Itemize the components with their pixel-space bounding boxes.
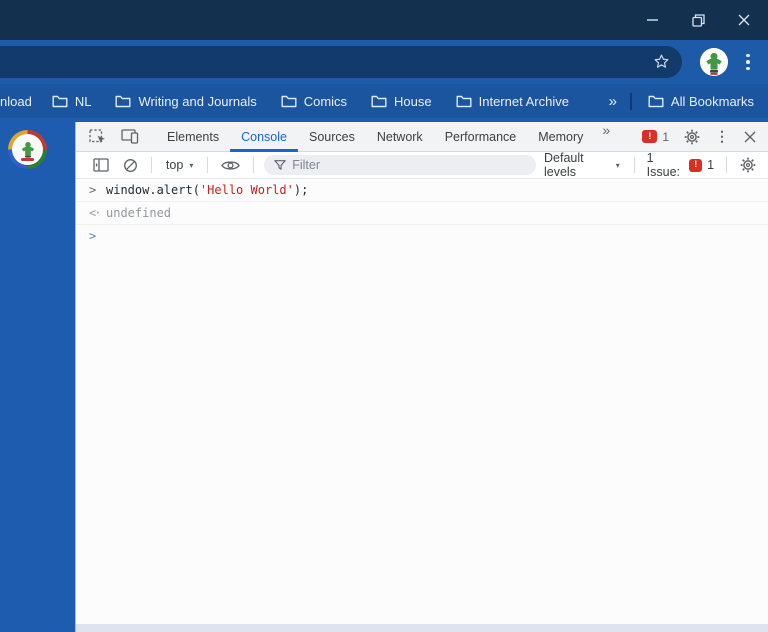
devtools-panel: Elements Console Sources Network Perform… <box>75 122 768 632</box>
site-logo <box>8 130 47 169</box>
toolbar-divider <box>151 157 152 173</box>
error-badge-icon: ! <box>642 130 658 143</box>
close-icon <box>744 131 756 142</box>
chevron-down-icon: ▾ <box>189 160 194 170</box>
close-window-button[interactable] <box>727 0 761 40</box>
address-bar[interactable] <box>0 46 682 78</box>
folder-icon <box>371 95 387 108</box>
toolbar-divider <box>726 157 727 173</box>
minimize-icon <box>647 19 658 21</box>
issues-label: 1 Issue: <box>646 151 681 179</box>
console-prompt-chevron: > <box>89 229 97 243</box>
logo-text <box>21 158 34 161</box>
all-bookmarks-button[interactable]: All Bookmarks <box>648 94 754 109</box>
devtools-menu-button[interactable]: ⋮ <box>715 128 729 145</box>
eye-icon <box>221 160 241 170</box>
command-echo-chevron: > <box>89 183 97 197</box>
console-settings-button[interactable] <box>733 157 758 173</box>
devtools-close-button[interactable] <box>744 131 756 143</box>
inspect-element-icon <box>89 128 105 143</box>
console-result-row[interactable]: <· undefined <box>76 202 768 225</box>
device-toolbar-button[interactable] <box>114 122 146 152</box>
inspect-element-button[interactable] <box>82 122 114 152</box>
more-tabs-chevron[interactable]: » <box>594 122 617 152</box>
tab-performance[interactable]: Performance <box>434 122 528 152</box>
result-value: undefined <box>106 206 172 220</box>
close-icon <box>738 14 750 26</box>
bookmark-label: nload <box>0 93 32 109</box>
folder-icon <box>456 95 472 108</box>
console-command-row[interactable]: > window.alert('Hello World'); <box>76 179 768 202</box>
command-text: window.alert('Hello World'); <box>106 183 309 197</box>
devtools-bottom-strip <box>76 624 768 632</box>
issues-counter[interactable]: 1 Issue: ! 1 <box>641 151 720 179</box>
javascript-context-dropdown[interactable]: top ▾ <box>158 158 201 172</box>
folder-icon <box>52 95 68 108</box>
folder-icon <box>648 95 664 108</box>
bookmark-folder-comics[interactable]: Comics <box>281 94 347 109</box>
bookmark-label: All Bookmarks <box>670 93 754 109</box>
filter-funnel-icon <box>274 160 286 170</box>
bookmark-star-icon[interactable] <box>653 53 670 70</box>
error-count: 1 <box>662 129 669 144</box>
minimize-button[interactable] <box>636 0 670 40</box>
bookmark-label: Internet Archive <box>478 93 569 109</box>
bookmarks-bar: nload NL Writing and Journals Comics Hou… <box>0 84 768 118</box>
bookmark-label: House <box>394 93 432 109</box>
live-expression-button[interactable] <box>214 159 247 172</box>
filter-input[interactable] <box>292 158 526 172</box>
folder-icon <box>115 95 131 108</box>
toolbar-divider <box>253 157 255 173</box>
issues-count: 1 <box>707 158 715 172</box>
console-log: > window.alert('Hello World'); <· undefi… <box>76 179 768 247</box>
clear-console-button[interactable] <box>116 158 145 173</box>
settings-gear-icon <box>740 157 756 173</box>
console-input-row[interactable]: > <box>76 225 768 247</box>
browser-toolbar <box>0 40 768 84</box>
browser-menu-button[interactable] <box>740 50 756 74</box>
tab-memory[interactable]: Memory <box>527 122 594 152</box>
console-sidebar-toggle-button[interactable] <box>86 158 116 172</box>
console-filter[interactable] <box>264 155 536 175</box>
toolbar-divider <box>633 157 635 173</box>
chevron-down-icon: ▾ <box>615 160 620 170</box>
sidebar-toggle-icon <box>93 158 109 172</box>
bookmark-folder-nl[interactable]: NL <box>52 93 92 109</box>
tab-sources[interactable]: Sources <box>298 122 366 152</box>
avatar-image <box>700 48 728 76</box>
clear-console-icon <box>124 158 137 172</box>
bookmarks-overflow-chevron[interactable]: » <box>595 93 630 110</box>
error-counter[interactable]: ! 1 <box>642 130 669 144</box>
tab-console[interactable]: Console <box>230 122 298 152</box>
kebab-menu-icon <box>746 53 750 58</box>
bookmark-item-download[interactable]: nload <box>0 94 32 109</box>
console-toolbar: top ▾ Default levels ▾ 1 Issue: ! 1 <box>76 151 768 179</box>
bookmark-folder-internet-archive[interactable]: Internet Archive <box>456 94 569 109</box>
settings-gear-icon <box>684 129 700 144</box>
bookmarks-divider <box>629 92 632 110</box>
bookmark-folder-house[interactable]: House <box>371 94 432 109</box>
bookmark-label: Writing and Journals <box>138 93 257 109</box>
bookmark-label: NL <box>74 93 92 109</box>
bookmark-label: Comics <box>303 93 348 109</box>
restore-button[interactable] <box>681 0 715 40</box>
restore-icon <box>691 13 705 27</box>
issue-badge-icon: ! <box>689 158 703 172</box>
profile-avatar[interactable] <box>700 48 728 76</box>
tab-network[interactable]: Network <box>366 122 434 152</box>
result-arrow-icon: <· <box>89 206 101 220</box>
window-titlebar <box>0 0 768 40</box>
devtools-settings-button[interactable] <box>684 122 700 152</box>
tab-elements[interactable]: Elements <box>156 122 230 152</box>
devtools-tabbar: Elements Console Sources Network Perform… <box>76 122 768 152</box>
log-levels-dropdown[interactable]: Default levels ▾ <box>536 151 628 179</box>
devtools-tabs: Elements Console Sources Network Perform… <box>156 122 617 152</box>
folder-icon <box>281 95 297 108</box>
device-toolbar-icon <box>121 129 139 144</box>
toolbar-divider <box>207 157 209 173</box>
bookmark-folder-writing-and-journals[interactable]: Writing and Journals <box>115 93 257 109</box>
